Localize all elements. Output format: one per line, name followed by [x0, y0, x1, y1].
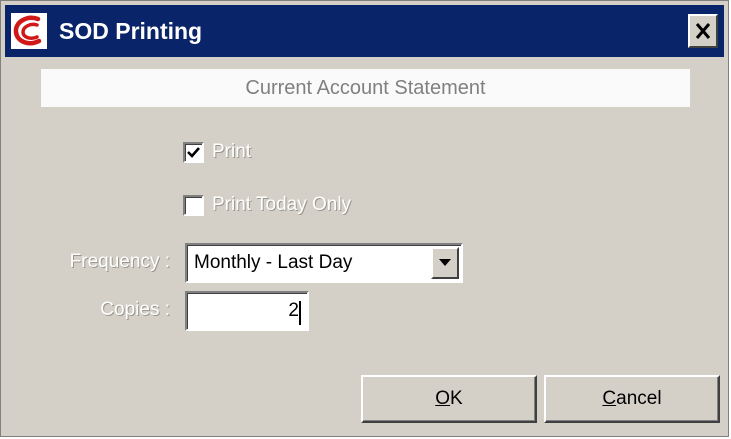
cancel-label-rest: ancel — [616, 388, 662, 409]
section-title: Current Account Statement — [245, 76, 486, 99]
copies-input[interactable] — [189, 295, 299, 327]
section-header: Current Account Statement — [41, 69, 690, 107]
frequency-label: Frequency : — [69, 251, 170, 272]
print-option[interactable]: Print — [183, 141, 251, 163]
copies-label: Copies : — [100, 299, 170, 320]
frequency-dropdown-button[interactable] — [431, 247, 459, 279]
frequency-select[interactable]: Monthly - Last Day — [185, 243, 463, 283]
ok-label-rest: K — [450, 388, 463, 409]
sod-printing-dialog: SOD Printing Current Account Statement P… — [0, 0, 729, 437]
frequency-selected-value: Monthly - Last Day — [194, 252, 353, 273]
text-caret — [299, 301, 301, 325]
print-today-only-checkbox[interactable] — [183, 194, 204, 216]
copies-field[interactable] — [185, 291, 309, 331]
print-label: Print — [212, 141, 252, 162]
print-today-only-option[interactable]: Print Today Only — [183, 194, 351, 216]
ok-button[interactable]: OK — [361, 375, 537, 423]
app-logo-icon — [11, 13, 47, 49]
print-today-only-label: Print Today Only — [212, 194, 352, 215]
close-button[interactable] — [688, 14, 718, 48]
chevron-down-icon — [438, 254, 452, 272]
cancel-button[interactable]: Cancel — [544, 375, 720, 423]
title-bar[interactable]: SOD Printing — [5, 5, 724, 57]
ok-mnemonic: O — [435, 388, 451, 409]
window-title: SOD Printing — [59, 18, 203, 44]
close-icon — [690, 23, 716, 50]
print-checkbox[interactable] — [183, 141, 204, 163]
cancel-mnemonic: C — [602, 388, 617, 409]
checkmark-icon — [187, 146, 200, 158]
